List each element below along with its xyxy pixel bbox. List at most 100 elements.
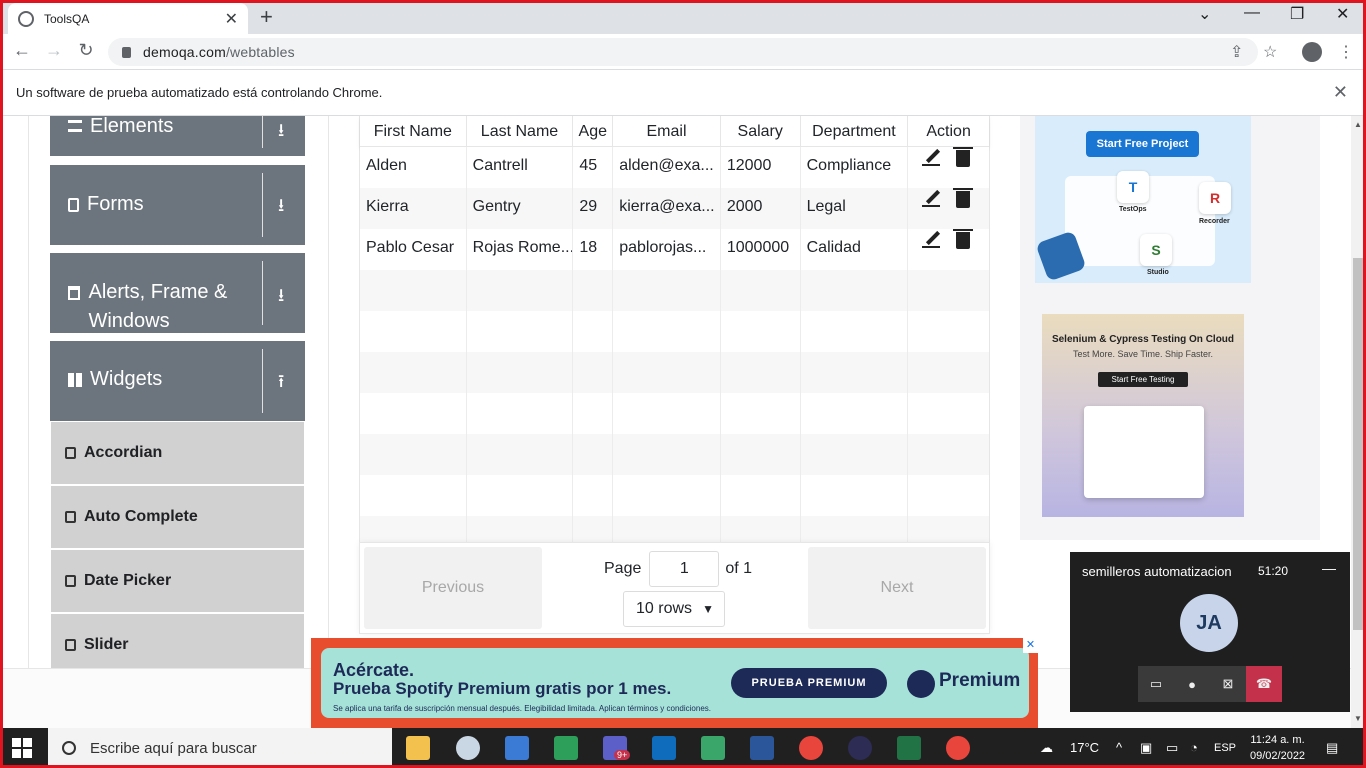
teams-meeting-window[interactable]: semilleros automatizacion 51:20 — JA ▭ ●… (1070, 552, 1350, 712)
eclipse-icon[interactable] (848, 736, 872, 760)
weather-icon[interactable]: ☁ (1040, 728, 1053, 768)
sidebar-group-widgets[interactable]: Widgets ⭱ (50, 341, 305, 421)
chevron-up-icon[interactable]: ^ (1116, 728, 1122, 768)
bookmark-star-icon[interactable]: ☆ (1263, 42, 1277, 62)
restore-icon[interactable]: ❐ (1290, 4, 1304, 24)
tray-app-icon[interactable]: ▣ (1140, 728, 1152, 768)
sidebar-item-auto-complete[interactable]: Auto Complete (51, 486, 304, 548)
new-tab-icon[interactable]: + (260, 4, 273, 30)
windows-start-icon[interactable] (12, 738, 32, 758)
sidebar-item-label: Slider (84, 636, 129, 653)
close-ad-icon[interactable]: ✕ (1023, 638, 1038, 653)
minimize-icon[interactable]: — (1322, 560, 1336, 576)
arrow-down-icon[interactable]: ⭳ (278, 193, 284, 223)
notifications-icon[interactable]: ▤ (1326, 728, 1338, 768)
table-cell: 2000 (721, 188, 801, 229)
chrome-icon[interactable] (946, 736, 970, 760)
column-header[interactable]: Last Name (467, 116, 574, 146)
tab-search-icon[interactable]: ⌄ (1198, 4, 1211, 24)
clock[interactable]: 11:24 a. m. 09/02/2022 (1250, 732, 1305, 764)
sidebar-group-alerts[interactable]: Alerts, Frame & Windows ⭳ (50, 253, 305, 333)
column-header[interactable]: Email (613, 116, 721, 146)
camera-off-icon[interactable]: ▭ (1138, 666, 1174, 702)
lock-icon[interactable] (122, 46, 131, 58)
sidebar-item-label: Auto Complete (84, 508, 198, 525)
arrow-down-icon[interactable]: ⭳ (278, 118, 284, 148)
sidebar-item-accordian[interactable]: Accordian (51, 422, 304, 484)
address-bar[interactable]: demoqa.com/webtables (108, 38, 1258, 66)
media-app-icon[interactable] (554, 736, 578, 760)
outlook-icon[interactable] (652, 736, 676, 760)
column-header: Action (926, 123, 971, 140)
weather-temp[interactable]: 17°C (1070, 728, 1099, 768)
battery-icon[interactable]: ▭ (1166, 728, 1178, 768)
browser-tab[interactable]: ToolsQA ✕ (8, 3, 248, 34)
edit-pencil-icon[interactable] (922, 189, 941, 207)
start-free-project-button[interactable]: Start Free Project (1086, 131, 1199, 157)
column-header[interactable]: First Name (360, 116, 467, 146)
close-tab-icon[interactable]: ✕ (225, 9, 238, 29)
delete-trash-icon[interactable] (953, 188, 974, 208)
table-cell: Pablo Cesar (360, 229, 467, 270)
sidebar-item-slider[interactable]: Slider (51, 614, 304, 668)
chrome-icon[interactable] (799, 736, 823, 760)
page-scrollbar[interactable]: ▲ ▼ (1351, 116, 1366, 728)
close-window-icon[interactable]: ✕ (1336, 4, 1349, 24)
wifi-icon[interactable]: ◔ (1190, 728, 1198, 768)
back-icon[interactable]: ← (10, 40, 34, 61)
column-header[interactable]: Salary (721, 116, 801, 146)
document-icon (68, 198, 79, 212)
delete-trash-icon[interactable] (953, 229, 974, 249)
delete-trash-icon[interactable] (953, 147, 974, 167)
edit-pencil-icon[interactable] (922, 230, 941, 248)
start-free-testing-button[interactable]: Start Free Testing (1098, 372, 1188, 387)
arrow-up-icon[interactable]: ⭱ (278, 369, 284, 399)
lambdatest-ad[interactable]: Selenium & Cypress Testing On Cloud Test… (1042, 314, 1244, 517)
sidebar-group-label: Forms (87, 193, 144, 215)
prueba-premium-button[interactable]: PRUEBA PREMIUM (731, 668, 887, 698)
column-header[interactable]: Age (573, 116, 614, 146)
table-cell: 45 (573, 147, 614, 188)
table-cell (613, 270, 721, 311)
rows-per-page-select[interactable]: 10 rows ▼ (623, 591, 725, 627)
table-cell: 1000000 (721, 229, 801, 270)
sidebar-group-elements[interactable]: Elements ⭳ (50, 116, 305, 156)
share-icon[interactable]: ⇪ (1230, 42, 1243, 62)
arrow-down-icon[interactable]: ⭳ (278, 283, 284, 313)
microphone-icon[interactable]: ● (1174, 666, 1210, 702)
ad-headline: Acércate. (333, 660, 415, 680)
edit-pencil-icon[interactable] (922, 148, 941, 166)
next-button[interactable]: Next (808, 547, 986, 629)
network-app-icon[interactable] (505, 736, 529, 760)
forward-icon[interactable]: → (42, 40, 66, 61)
sidebar-group-forms[interactable]: Forms ⭳ (50, 165, 305, 245)
reload-icon[interactable]: ↻ (74, 40, 98, 61)
scroll-down-icon[interactable]: ▼ (1354, 714, 1362, 723)
page-number-input[interactable]: 1 (649, 551, 720, 587)
table-cell (573, 434, 614, 475)
divider (262, 261, 263, 325)
language-indicator[interactable]: ESP (1214, 728, 1236, 768)
meeting-title: semilleros automatizacion (1082, 564, 1232, 579)
scrollbar-thumb[interactable] (1353, 258, 1364, 630)
share-screen-icon[interactable]: ⊠ (1210, 666, 1246, 702)
column-header[interactable]: Department (801, 116, 909, 146)
menu-kebab-icon[interactable]: ⋮ (1338, 42, 1354, 62)
scroll-up-icon[interactable]: ▲ (1354, 120, 1362, 129)
table-row (360, 270, 989, 311)
project-app-icon[interactable] (701, 736, 725, 760)
minimize-icon[interactable]: — (1244, 4, 1260, 22)
word-icon[interactable] (750, 736, 774, 760)
previous-button[interactable]: Previous (364, 547, 542, 629)
katalon-ad[interactable]: Start Free Project T TestOps R Recorder … (1035, 116, 1251, 283)
spotify-banner-ad[interactable]: Acércate. Prueba Spotify Premium gratis … (311, 638, 1038, 728)
profile-icon[interactable] (1302, 42, 1322, 67)
hang-up-icon[interactable]: ☎ (1246, 666, 1282, 702)
snipping-tool-icon[interactable] (456, 736, 480, 760)
file-explorer-icon[interactable] (406, 736, 430, 760)
excel-icon[interactable] (897, 736, 921, 760)
sidebar-item-date-picker[interactable]: Date Picker (51, 550, 304, 612)
taskbar-search[interactable]: Escribe aquí para buscar (48, 728, 392, 768)
sidebar-group-label: Widgets (90, 368, 163, 390)
close-infobar-icon[interactable]: ✕ (1333, 82, 1348, 103)
